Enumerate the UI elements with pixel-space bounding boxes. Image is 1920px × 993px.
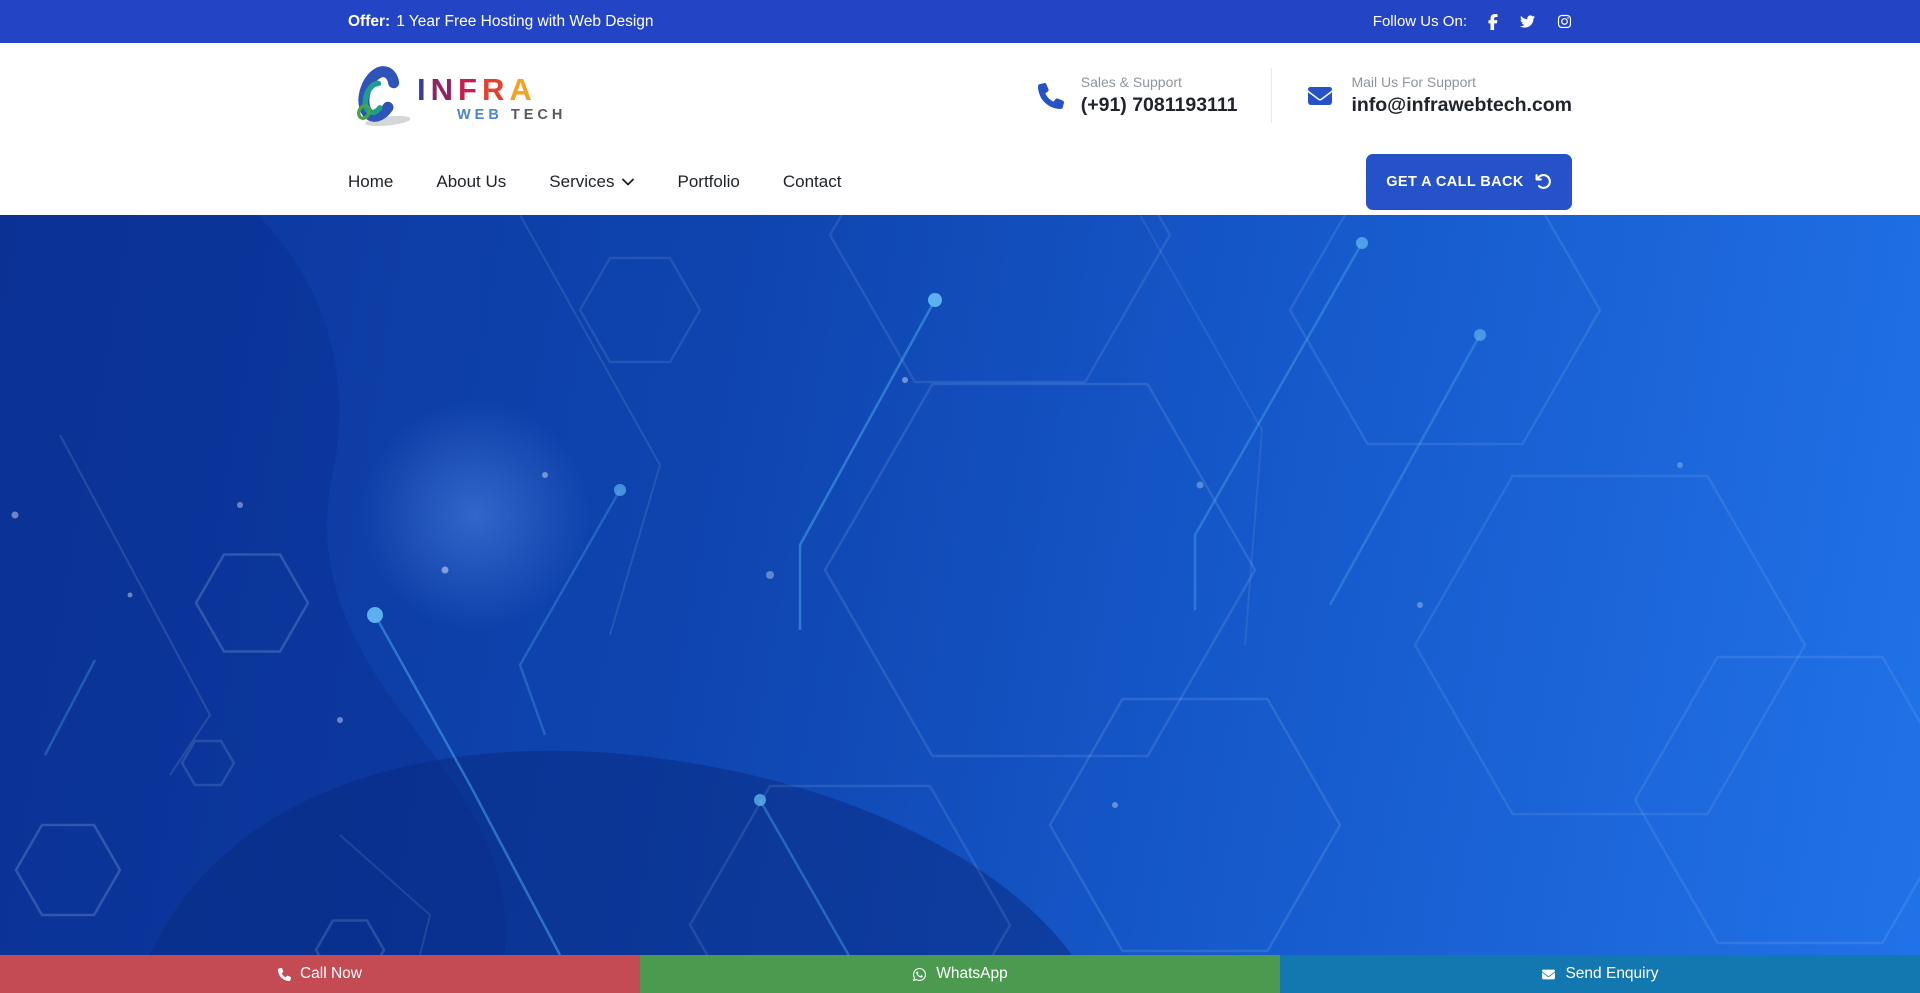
logo-wordmark: INFRA (417, 74, 566, 105)
header: INFRA WEB TECH Sales & Support (+91) 708… (0, 43, 1920, 148)
offer-label: Offer: (348, 13, 390, 31)
phone-contact: Sales & Support (+91) 7081193111 (1004, 68, 1272, 123)
phone-icon (278, 968, 291, 981)
nav-item-about[interactable]: About Us (436, 172, 506, 192)
phone-number[interactable]: (+91) 7081193111 (1081, 94, 1238, 117)
nav-menu: Home About Us Services Portfolio Contact (348, 172, 841, 192)
nav-item-contact[interactable]: Contact (783, 172, 842, 192)
phone-label: Sales & Support (1081, 74, 1238, 90)
main-navigation: Home About Us Services Portfolio Contact… (0, 148, 1920, 215)
bottom-action-bar: Call Now WhatsApp Send Enquiry (0, 955, 1920, 993)
logo-tagline: WEB TECH (457, 108, 566, 123)
logo-swoosh-icon (348, 65, 410, 127)
get-a-call-back-button[interactable]: GET A CALL BACK (1366, 154, 1572, 210)
email-address[interactable]: info@infrawebtech.com (1351, 94, 1572, 117)
rotate-left-icon (1535, 173, 1552, 190)
send-enquiry-button[interactable]: Send Enquiry (1280, 955, 1920, 993)
email-label: Mail Us For Support (1351, 74, 1572, 90)
whatsapp-icon (912, 967, 927, 982)
chevron-down-icon (622, 178, 634, 186)
facebook-icon[interactable] (1488, 14, 1498, 30)
envelope-icon (1541, 968, 1556, 981)
social-links: Follow Us On: (1373, 13, 1572, 30)
follow-us-label: Follow Us On: (1373, 13, 1467, 30)
offer-value: 1 Year Free Hosting with Web Design (396, 13, 653, 31)
offer-text: Offer: 1 Year Free Hosting with Web Desi… (348, 13, 654, 31)
nav-item-portfolio[interactable]: Portfolio (677, 172, 739, 192)
logo[interactable]: INFRA WEB TECH (348, 65, 566, 127)
topbar: Offer: 1 Year Free Hosting with Web Desi… (0, 0, 1920, 43)
nav-item-services[interactable]: Services (549, 172, 634, 192)
whatsapp-button[interactable]: WhatsApp (640, 955, 1280, 993)
twitter-icon[interactable] (1519, 14, 1536, 29)
instagram-icon[interactable] (1557, 14, 1572, 29)
mail-icon (1306, 84, 1334, 108)
logo-text: INFRA WEB TECH (417, 74, 566, 127)
email-contact: Mail Us For Support info@infrawebtech.co… (1271, 68, 1572, 123)
call-now-button[interactable]: Call Now (0, 955, 640, 993)
nav-item-home[interactable]: Home (348, 172, 393, 192)
hero-background-art (0, 215, 1920, 955)
phone-icon (1038, 83, 1064, 109)
header-contacts: Sales & Support (+91) 7081193111 Mail Us… (1004, 68, 1572, 123)
hero-banner (0, 215, 1920, 955)
